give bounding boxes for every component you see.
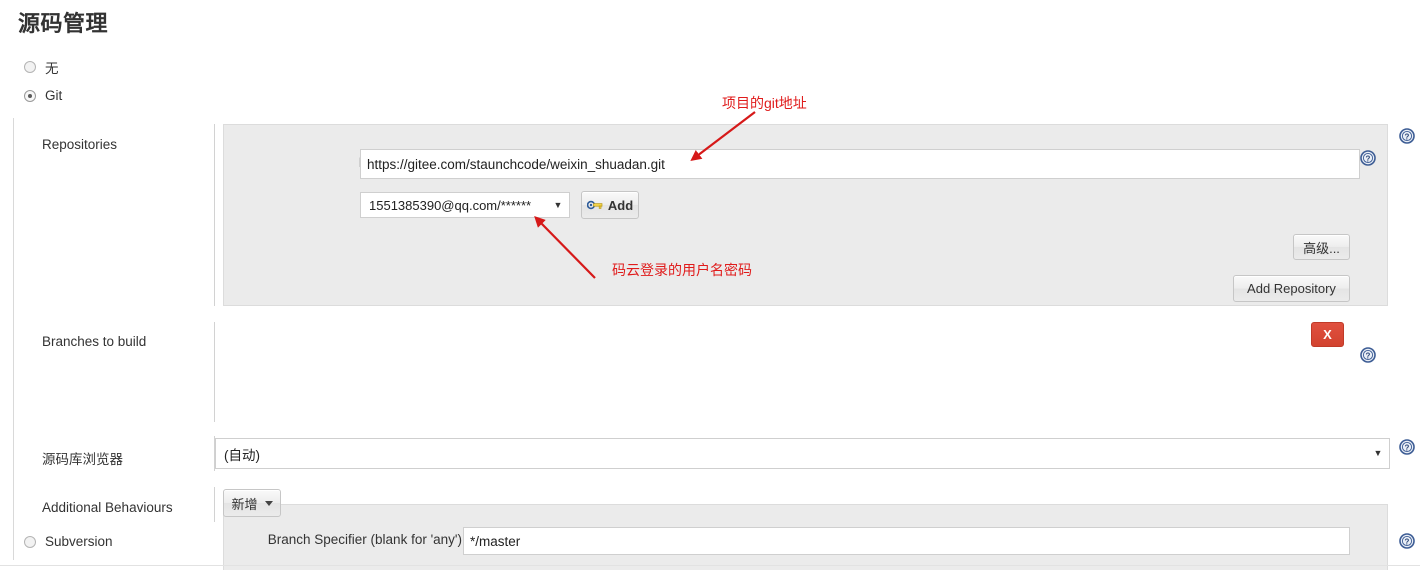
- add-behaviour-label: 新增: [231, 496, 258, 512]
- page-bottom-divider: [0, 565, 1420, 566]
- repository-url-input[interactable]: [360, 149, 1360, 179]
- annotation-git-url-text: 项目的git地址: [722, 95, 807, 111]
- page-title: 源码管理: [18, 11, 109, 36]
- additional-behaviours-divider: [214, 487, 215, 522]
- annotation-credentials-text: 码云登录的用户名密码: [612, 262, 752, 278]
- radio-git-mark[interactable]: [24, 89, 36, 102]
- help-icon-repository-url[interactable]: ?: [1360, 150, 1376, 166]
- help-icon-repositories-outer[interactable]: ?: [1399, 128, 1415, 144]
- svg-text:?: ?: [1405, 443, 1410, 452]
- credentials-select[interactable]: 1551385390@qq.com/****** ▼: [360, 192, 570, 218]
- svg-text:?: ?: [1405, 132, 1410, 141]
- label-additional-behaviours: Additional Behaviours: [42, 500, 173, 515]
- branches-panel: Branch Specifier (blank for 'any') Add B…: [223, 504, 1388, 570]
- label-repository-browser: 源码库浏览器: [42, 452, 123, 467]
- add-repository-button[interactable]: Add Repository: [1233, 275, 1350, 302]
- git-block-left-rule: [13, 118, 14, 560]
- radio-scm-subversion[interactable]: Subversion: [24, 534, 113, 549]
- repositories-divider: [214, 124, 215, 306]
- help-icon-subversion[interactable]: ?: [1399, 533, 1415, 549]
- label-branch-specifier: Branch Specifier (blank for 'any'): [267, 532, 462, 547]
- radio-none-label: 无: [45, 61, 59, 76]
- repositories-panel: Repository URL Credentials 1551385390@qq…: [223, 124, 1388, 306]
- add-credentials-label: Add: [607, 197, 634, 213]
- add-credentials-button[interactable]: Add: [581, 191, 639, 219]
- chevron-down-icon: ▼: [1373, 448, 1383, 458]
- key-icon: [586, 199, 603, 211]
- svg-text:?: ?: [1366, 154, 1371, 163]
- help-icon-browser[interactable]: ?: [1399, 439, 1415, 455]
- radio-none-mark[interactable]: [24, 61, 36, 73]
- svg-text:?: ?: [1366, 351, 1371, 360]
- caret-down-icon: [264, 500, 273, 506]
- radio-scm-none[interactable]: 无: [24, 57, 59, 77]
- scm-configuration-page: 源码管理 无 Git Repositories Repository URL C…: [0, 0, 1420, 570]
- repository-browser-value: (自动): [224, 447, 260, 463]
- chevron-down-icon: ▼: [553, 199, 563, 210]
- credentials-select-value: 1551385390@qq.com/******: [369, 197, 532, 213]
- radio-subversion-mark[interactable]: [24, 535, 36, 548]
- svg-text:?: ?: [1405, 537, 1410, 546]
- delete-branch-button[interactable]: X: [1311, 322, 1344, 347]
- label-branches-to-build: Branches to build: [42, 334, 147, 349]
- branch-specifier-input[interactable]: [463, 527, 1350, 555]
- help-icon-branch-specifier[interactable]: ?: [1360, 347, 1376, 363]
- advanced-button[interactable]: 高级...: [1293, 234, 1350, 260]
- repository-browser-select[interactable]: (自动) ▼: [215, 438, 1390, 469]
- branches-divider: [214, 322, 215, 422]
- radio-git-label: Git: [45, 88, 63, 103]
- add-behaviour-button[interactable]: 新增: [223, 489, 281, 517]
- label-repositories: Repositories: [42, 137, 118, 152]
- radio-subversion-label: Subversion: [45, 534, 113, 549]
- radio-scm-git[interactable]: Git: [24, 88, 62, 103]
